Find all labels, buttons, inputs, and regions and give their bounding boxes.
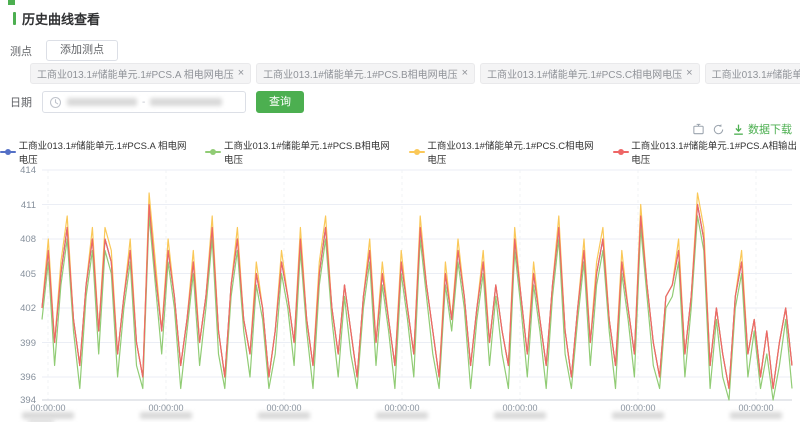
point-tag-label: 工商业013.1#储能单元.1#PCS.A相输出电压 — [712, 66, 800, 81]
download-icon — [732, 123, 745, 136]
close-icon[interactable]: × — [686, 68, 692, 79]
data-download-label: 数据下载 — [748, 121, 792, 137]
y-axis-tick: 405 — [4, 269, 36, 280]
chart-toolbar: 数据下载 — [692, 121, 792, 137]
top-left-green-fragment — [8, 0, 15, 5]
point-tag[interactable]: 工商业013.1#储能单元.1#PCS.B相电网电压 × — [256, 63, 475, 84]
redacted-x-axis-date — [612, 412, 664, 419]
point-tag[interactable]: 工商业013.1#储能单元.1#PCS.C相电网电压 × — [480, 63, 700, 84]
redacted-x-axis-date — [22, 412, 74, 419]
legend-marker-icon — [409, 148, 424, 156]
point-tags-row: 工商业013.1#储能单元.1#PCS.A 相电网电压×工商业013.1#储能单… — [30, 63, 790, 84]
chart-canvas[interactable] — [0, 160, 800, 422]
series-line — [42, 205, 792, 389]
page-title: 历史曲线查看 — [22, 9, 100, 28]
page-header: 历史曲线查看 — [13, 9, 100, 28]
zoom-reset-icon[interactable] — [692, 123, 705, 136]
redacted-x-axis-date — [730, 412, 782, 419]
close-icon[interactable]: × — [462, 68, 468, 79]
redacted-x-axis-date — [494, 412, 546, 419]
points-label: 测点 — [10, 43, 32, 59]
point-tag[interactable]: 工商业013.1#储能单元.1#PCS.A相输出电压× — [705, 63, 800, 84]
point-tag[interactable]: 工商业013.1#储能单元.1#PCS.A 相电网电压 × — [30, 63, 251, 84]
point-tag-label: 工商业013.1#储能单元.1#PCS.B相电网电压 — [263, 66, 458, 81]
y-axis-tick: 399 — [4, 338, 36, 349]
restore-icon[interactable] — [712, 123, 725, 136]
query-button[interactable]: 查询 — [256, 91, 304, 113]
historical-curve-page: 历史曲线查看 测点 添加测点 工商业013.1#储能单元.1#PCS.A 相电网… — [0, 0, 800, 422]
title-accent-bar — [13, 12, 16, 25]
y-axis-tick: 402 — [4, 303, 36, 314]
redacted-x-axis-date — [258, 412, 310, 419]
y-axis-tick: 411 — [4, 200, 36, 211]
redacted-x-axis-date — [140, 412, 192, 419]
close-icon[interactable]: × — [238, 68, 244, 79]
legend-marker-icon — [613, 148, 628, 156]
redacted-date-start — [67, 98, 137, 106]
point-tag-label: 工商业013.1#储能单元.1#PCS.C相电网电压 — [487, 66, 682, 81]
add-point-button[interactable]: 添加测点 — [46, 40, 118, 61]
y-axis-tick: 414 — [4, 165, 36, 176]
point-tag-label: 工商业013.1#储能单元.1#PCS.A 相电网电压 — [37, 66, 234, 81]
y-axis-tick: 408 — [4, 234, 36, 245]
line-chart[interactable]: 39439639940240540841141400:00:0000:00:00… — [0, 160, 800, 422]
points-row: 测点 添加测点 — [10, 40, 118, 61]
redacted-date-end — [150, 98, 222, 106]
date-range-separator: - — [142, 97, 145, 108]
redacted-x-axis-date — [376, 412, 428, 419]
date-range-input[interactable]: - — [42, 91, 246, 113]
y-axis-tick: 396 — [4, 372, 36, 383]
data-download-button[interactable]: 数据下载 — [732, 121, 792, 137]
legend-marker-icon — [205, 148, 220, 156]
date-label: 日期 — [10, 94, 32, 110]
date-row: 日期 - 查询 — [10, 91, 304, 113]
legend-marker-icon — [0, 148, 15, 156]
clock-icon — [49, 96, 62, 109]
